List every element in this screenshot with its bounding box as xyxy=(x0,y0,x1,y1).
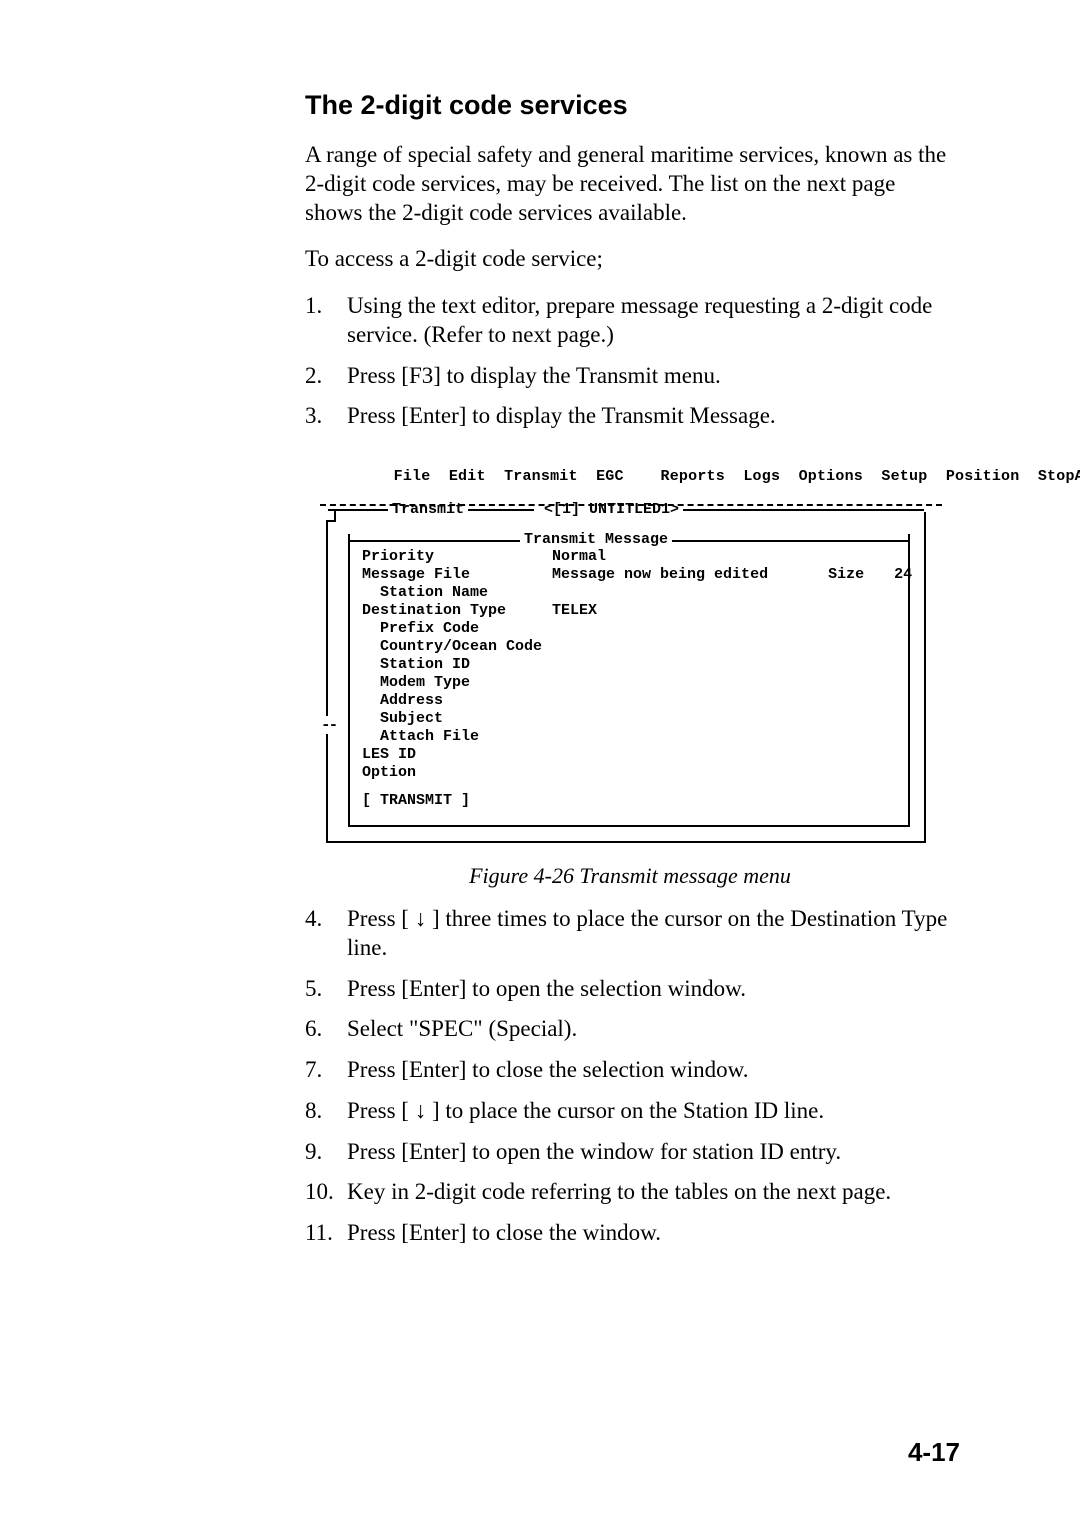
step-number: 11. xyxy=(305,1219,333,1248)
field-value-destinationtype: TELEX xyxy=(552,602,778,620)
step-number: 10. xyxy=(305,1178,334,1207)
field-value-messagefile: Message now being edited xyxy=(552,566,778,584)
intro-paragraph-1: A range of special safety and general ma… xyxy=(305,141,955,227)
step-number: 4. xyxy=(305,905,322,934)
terminal-menubar: File Edit Transmit EGC Reports Logs Opti… xyxy=(320,451,942,502)
panel-side-notch: -- xyxy=(320,716,337,734)
step-number: 8. xyxy=(305,1097,322,1126)
inner-panel-title: Transmit Message xyxy=(520,531,672,548)
step-text: Press [Enter] to display the Transmit Me… xyxy=(347,403,776,428)
intro-paragraph-2: To access a 2-digit code service; xyxy=(305,245,955,274)
step-number: 1. xyxy=(305,292,322,321)
subfield-modemtype: Modem Type xyxy=(362,674,552,692)
field-value-size: 24 xyxy=(874,566,922,584)
subfield-prefixcode: Prefix Code xyxy=(362,620,552,638)
step-number: 2. xyxy=(305,362,322,391)
step-text: Press [Enter] to open the selection wind… xyxy=(347,976,746,1001)
step-text: Select "SPEC" (Special). xyxy=(347,1016,577,1041)
step-text: Press [Enter] to open the window for sta… xyxy=(347,1139,841,1164)
steps-after-figure: 4. Press [ ↓ ] three times to place the c… xyxy=(305,905,955,1248)
step-number: 9. xyxy=(305,1138,322,1167)
panel-title-filename: <[1] UNTITLED1> xyxy=(540,501,683,518)
form-fields: Priority Normal Message File Message now… xyxy=(362,548,896,809)
page-number: 4-17 xyxy=(908,1437,960,1468)
subfield-attachfile: Attach File xyxy=(362,728,552,746)
subfield-address: Address xyxy=(362,692,552,710)
field-label-lesid: LES ID xyxy=(362,746,552,764)
field-label-destinationtype: Destination Type xyxy=(362,602,552,620)
transmit-menu-figure: File Edit Transmit EGC Reports Logs Opti… xyxy=(305,445,955,889)
step-text: Key in 2-digit code referring to the tab… xyxy=(347,1179,891,1204)
field-value-priority: Normal xyxy=(552,548,778,566)
step-number: 7. xyxy=(305,1056,322,1085)
step-text: Press [Enter] to close the window. xyxy=(347,1220,661,1245)
step-text: Press [ ↓ ] three times to place the cur… xyxy=(347,906,947,960)
transmit-button[interactable]: [ TRANSMIT ] xyxy=(362,792,896,809)
step-text: Using the text editor, prepare message r… xyxy=(347,293,932,347)
steps-before-figure: 1. Using the text editor, prepare message… xyxy=(305,292,955,431)
subfield-stationid: Station ID xyxy=(362,656,552,674)
step-number: 6. xyxy=(305,1015,322,1044)
transmit-message-panel: Transmit Message Priority Normal Message xyxy=(348,534,910,827)
step-number: 3. xyxy=(305,402,322,431)
subfield-countryocean: Country/Ocean Code xyxy=(362,638,552,656)
step-text: Press [ ↓ ] to place the cursor on the S… xyxy=(347,1098,824,1123)
field-label-option: Option xyxy=(362,764,552,782)
transmit-panel: -- Transmit <[1] UNTITLED1> Transmit Mes… xyxy=(326,512,926,843)
subfield-subject: Subject xyxy=(362,710,552,728)
field-label-priority: Priority xyxy=(362,548,552,566)
field-label-stationname: Station Name xyxy=(362,584,552,602)
figure-caption: Figure 4-26 Transmit message menu xyxy=(305,863,955,889)
step-number: 5. xyxy=(305,975,322,1004)
field-label-messagefile: Message File xyxy=(362,566,552,584)
section-heading: The 2-digit code services xyxy=(305,90,955,121)
field-label-size: Size xyxy=(778,566,874,584)
step-text: Press [F3] to display the Transmit menu. xyxy=(347,363,721,388)
step-text: Press [Enter] to close the selection win… xyxy=(347,1057,749,1082)
panel-title-transmit: Transmit xyxy=(388,501,468,518)
panel-corner-decoration xyxy=(326,510,336,522)
